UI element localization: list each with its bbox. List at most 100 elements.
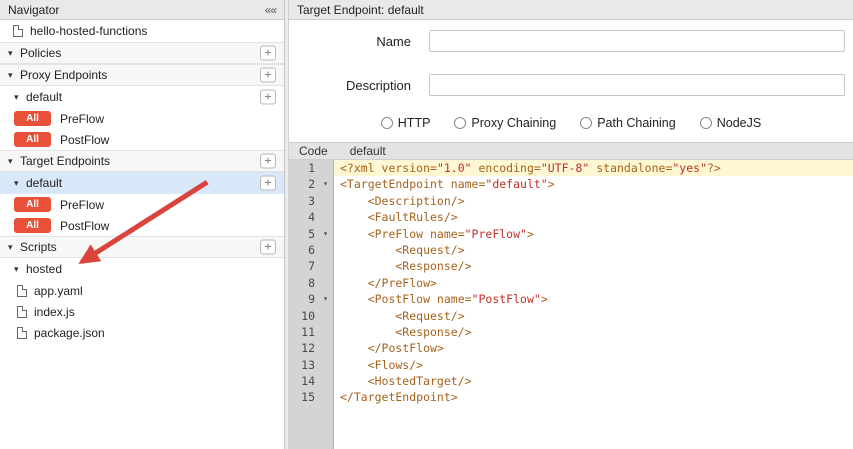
chevron-down-icon: ▾ [8,156,20,167]
fold-spacer [317,389,334,405]
fold-spacer [317,258,334,274]
code-text: <?xml version="1.0" encoding="UTF-8" sta… [334,160,853,176]
file-icon [17,327,27,339]
all-badge: All [14,218,51,233]
tree-item-file-package-json[interactable]: package.json [0,322,284,343]
code-file-name: default [350,144,386,158]
tree-item-proxy-endpoint-default[interactable]: ▾ default + [0,86,284,108]
radio-label: NodeJS [717,116,761,130]
section-proxy-endpoints[interactable]: ▾ Proxy Endpoints + [0,64,284,86]
section-scripts[interactable]: ▾ Scripts + [0,236,284,258]
line-number: 4 [289,209,317,225]
collapse-sidebar-icon[interactable]: «« [265,3,276,17]
radio-label: Path Chaining [597,116,676,130]
radio-nodejs[interactable]: NodeJS [700,116,761,130]
all-badge: All [14,132,51,147]
add-proxy-flow-button[interactable]: + [260,90,276,105]
line-number: 11 [289,324,317,340]
code-line[interactable]: 14 <HostedTarget/> [289,373,853,389]
radio-label: Proxy Chaining [471,116,556,130]
radio-path-chaining[interactable]: Path Chaining [580,116,676,130]
name-label: Name [289,34,429,49]
section-label: Policies [20,46,61,60]
code-line[interactable]: 8 </PreFlow> [289,275,853,291]
chevron-down-icon: ▾ [8,48,20,59]
line-number: 5 [289,226,317,242]
code-line[interactable]: 5▾ <PreFlow name="PreFlow"> [289,226,853,242]
flow-label: PreFlow [60,112,104,126]
add-proxy-endpoint-button[interactable]: + [260,68,276,83]
add-policy-button[interactable]: + [260,46,276,61]
line-number: 14 [289,373,317,389]
radio-circle-icon [454,117,466,129]
line-number: 10 [289,308,317,324]
code-line[interactable]: 2▾<TargetEndpoint name="default"> [289,176,853,192]
section-policies[interactable]: ▾ Policies + [0,42,284,64]
description-input[interactable] [429,74,845,96]
flow-label: PostFlow [60,219,109,233]
fold-spacer [317,275,334,291]
fold-spacer [317,308,334,324]
endpoint-form: Name Description HTTP Proxy Chaining P [289,20,853,142]
code-header: Code default [289,142,853,160]
fold-arrow-icon[interactable]: ▾ [317,291,334,307]
app-window: Navigator «« hello-hosted-functions ▾ Po… [0,0,853,449]
code-line[interactable]: 6 <Request/> [289,242,853,258]
chevron-down-icon: ▾ [8,70,20,81]
name-input[interactable] [429,30,845,52]
tree-item-proxy-postflow[interactable]: All PostFlow [0,129,284,150]
code-text: </PostFlow> [334,340,853,356]
code-line[interactable]: 9▾ <PostFlow name="PostFlow"> [289,291,853,307]
code-text: <Description/> [334,193,853,209]
tree-item-target-postflow[interactable]: All PostFlow [0,215,284,236]
radio-circle-icon [381,117,393,129]
add-target-endpoint-button[interactable]: + [260,154,276,169]
chevron-down-icon: ▾ [14,178,26,189]
code-line[interactable]: 15</TargetEndpoint> [289,389,853,405]
navigator-panel: Navigator «« hello-hosted-functions ▾ Po… [0,0,285,449]
code-text: <Request/> [334,242,853,258]
file-label: app.yaml [34,284,83,298]
fold-arrow-icon[interactable]: ▾ [317,226,334,242]
all-badge: All [14,111,51,126]
tree-item-file-index-js[interactable]: index.js [0,301,284,322]
chevron-down-icon: ▾ [14,264,26,275]
code-line[interactable]: 12 </PostFlow> [289,340,853,356]
code-line[interactable]: 11 <Response/> [289,324,853,340]
code-line[interactable]: 7 <Response/> [289,258,853,274]
code-text: <PostFlow name="PostFlow"> [334,291,853,307]
tree-item-hosted-folder[interactable]: ▾ hosted [0,258,284,280]
tree-item-label: hosted [26,262,62,276]
code-line[interactable]: 13 <Flows/> [289,357,853,373]
section-target-endpoints[interactable]: ▾ Target Endpoints + [0,150,284,172]
add-script-button[interactable]: + [260,240,276,255]
fold-arrow-icon[interactable]: ▾ [317,176,334,192]
code-text: <TargetEndpoint name="default"> [334,176,853,192]
code-line[interactable]: 10 <Request/> [289,308,853,324]
main-panel: Target Endpoint: default Name Descriptio… [289,0,853,449]
code-text: <PreFlow name="PreFlow"> [334,226,853,242]
fold-spacer [317,340,334,356]
line-number: 7 [289,258,317,274]
navigator-title: Navigator [8,3,59,17]
code-text: </PreFlow> [334,275,853,291]
fold-spacer [317,160,334,176]
radio-http[interactable]: HTTP [381,116,431,130]
code-tab-label: Code [299,144,328,158]
code-line[interactable]: 4 <FaultRules/> [289,209,853,225]
line-number: 3 [289,193,317,209]
code-line[interactable]: 1 <?xml version="1.0" encoding="UTF-8" st… [289,160,853,176]
code-line[interactable]: 3 <Description/> [289,193,853,209]
code-text: <HostedTarget/> [334,373,853,389]
tree-item-target-endpoint-default[interactable]: ▾ default + [0,172,284,194]
tree-item-target-preflow[interactable]: All PreFlow [0,194,284,215]
chevron-down-icon: ▾ [8,242,20,253]
line-number: 1 [289,160,317,176]
radio-proxy-chaining[interactable]: Proxy Chaining [454,116,556,130]
tree-item-proxy-root[interactable]: hello-hosted-functions [0,20,284,42]
fold-spacer [317,242,334,258]
add-target-flow-button[interactable]: + [260,176,276,191]
tree-item-file-app-yaml[interactable]: app.yaml [0,280,284,301]
code-editor[interactable]: 1 <?xml version="1.0" encoding="UTF-8" st… [289,160,853,449]
tree-item-proxy-preflow[interactable]: All PreFlow [0,108,284,129]
